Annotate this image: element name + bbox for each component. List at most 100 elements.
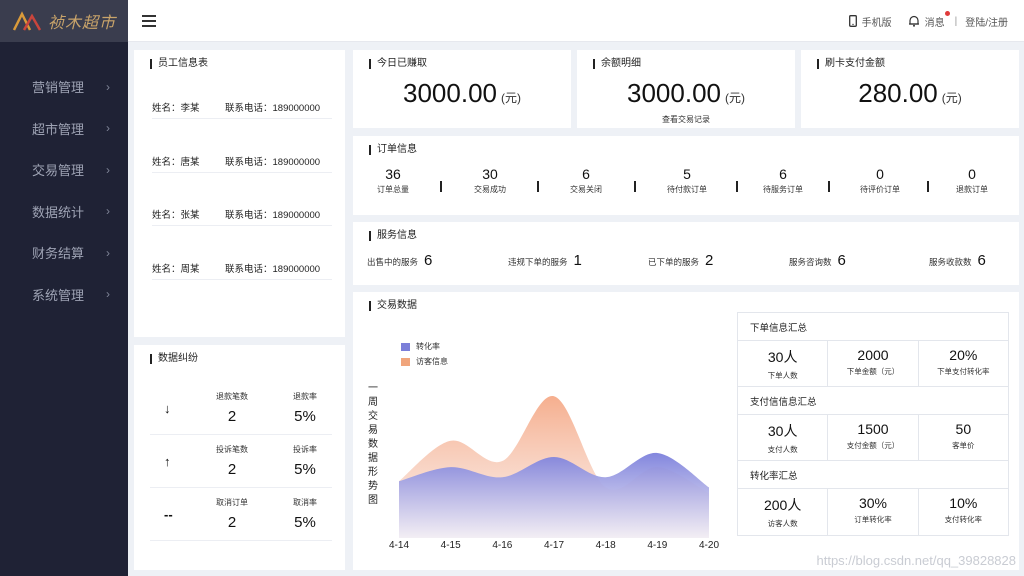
order-divider bbox=[634, 181, 636, 192]
summary-label: 订单转化率 bbox=[854, 515, 892, 524]
login-register-link[interactable]: 登陆/注册 bbox=[965, 14, 1008, 29]
service-stat-label: 出售中的服务 bbox=[367, 257, 419, 267]
watermark: https://blog.csdn.net/qq_39828828 bbox=[816, 553, 1017, 568]
summary-value: 2000 bbox=[857, 347, 889, 363]
dispute-rate-label: 投诉率 bbox=[293, 445, 317, 454]
order-stat-label: 订单总量 bbox=[377, 185, 409, 194]
order-stat-pending-review: 0 待评价订单 bbox=[850, 166, 910, 195]
bell-icon bbox=[908, 15, 919, 27]
summary-cell: 50 客单价 bbox=[919, 415, 1008, 460]
today-earned-unit: (元) bbox=[500, 91, 521, 105]
x-tick-label: 4-15 bbox=[440, 540, 461, 551]
services-panel: 服务信息 出售中的服务 6 违规下单的服务 1 已下单的服务 2 服务咨询数 6 服务收… bbox=[353, 222, 1019, 285]
logo-icon bbox=[12, 11, 42, 31]
summary-value: 30% bbox=[858, 495, 887, 511]
balance-unit: (元) bbox=[724, 91, 745, 105]
legend-label: 转化率 bbox=[416, 342, 440, 351]
order-divider bbox=[828, 181, 830, 192]
card-payment-value: 280.00 bbox=[858, 78, 938, 108]
x-tick-label: 4-19 bbox=[647, 540, 668, 551]
summary-cell: 30% 订单转化率 bbox=[828, 489, 919, 535]
arrow-down-icon: ↓ bbox=[164, 401, 171, 416]
order-stat-label: 交易关闭 bbox=[570, 185, 602, 194]
summary-row: 30人 下单人数 2000 下单金额（元） 20% 下单支付转化率 bbox=[738, 341, 1008, 387]
employee-name: 姓名：周某 bbox=[152, 263, 200, 275]
sidebar-item-marketing[interactable]: 营销管理 › bbox=[0, 66, 128, 108]
order-divider bbox=[440, 181, 442, 192]
dispute-rate-label: 取消率 bbox=[293, 498, 317, 507]
messages-link[interactable]: 消息 bbox=[908, 10, 950, 29]
sidebar-item-statistics[interactable]: 数据统计 › bbox=[0, 191, 128, 233]
order-stat-value: 6 bbox=[582, 166, 590, 182]
sidebar-item-system[interactable]: 系统管理 › bbox=[0, 274, 128, 316]
chevron-right-icon: › bbox=[106, 245, 110, 260]
employee-panel: 员工信息表 姓名：李某 联系电话：189000000 姓名：唐某 联系电话：1890… bbox=[134, 50, 345, 337]
x-tick-label: 4-17 bbox=[543, 540, 564, 551]
chevron-right-icon: › bbox=[106, 79, 110, 94]
dispute-count-label: 退款笔数 bbox=[216, 392, 248, 401]
summary-value: 30人 bbox=[767, 349, 798, 365]
employee-phone: 联系电话：189000000 bbox=[225, 156, 321, 168]
chevron-right-icon: › bbox=[106, 287, 110, 302]
service-stat-label: 违规下单的服务 bbox=[508, 257, 568, 267]
service-stat: 服务咨询数 6 bbox=[789, 252, 846, 269]
order-stat-pending-payment: 5 待付款订单 bbox=[657, 166, 717, 195]
order-stat-total: 36 订单总量 bbox=[363, 166, 423, 195]
service-stat: 违规下单的服务 1 bbox=[508, 252, 582, 269]
summary-value: 1500 bbox=[857, 421, 889, 437]
summary-section-title: 转化率汇总 bbox=[738, 461, 1008, 489]
summary-cell: 30人 下单人数 bbox=[738, 341, 829, 386]
service-stat-value: 6 bbox=[837, 252, 846, 269]
employee-panel-title: 员工信息表 bbox=[150, 59, 208, 69]
legend-item-visitors[interactable]: 访客信息 bbox=[401, 356, 448, 367]
dispute-count-value: 2 bbox=[227, 408, 237, 425]
dispute-row-cancel: -- 取消订单 2 取消率 5% bbox=[150, 489, 332, 541]
sidebar-item-finance[interactable]: 财务结算 › bbox=[0, 232, 128, 274]
summary-value: 20% bbox=[949, 347, 978, 363]
sidebar-menu: 营销管理 › 超市管理 › 交易管理 › 数据统计 › 财务结算 › 系统管理 › bbox=[0, 66, 128, 315]
dispute-rate-value: 5% bbox=[294, 461, 316, 478]
header-actions: 手机版 消息 | 登陆/注册 bbox=[833, 0, 1008, 42]
view-transactions-link[interactable]: 查看交易记录 bbox=[577, 114, 795, 125]
sidebar-item-transactions[interactable]: 交易管理 › bbox=[0, 149, 128, 191]
order-stat-pending-service: 6 待服务订单 bbox=[753, 166, 813, 195]
legend-swatch bbox=[401, 342, 410, 351]
chart-vertical-label: 一周交易数据形势图 bbox=[368, 383, 378, 506]
services-panel-title: 服务信息 bbox=[369, 231, 417, 241]
sidebar-item-label: 数据统计 bbox=[32, 204, 85, 220]
top-header: 手机版 消息 | 登陆/注册 bbox=[128, 0, 1024, 42]
legend-item-conversion[interactable]: 转化率 bbox=[401, 341, 440, 352]
dispute-rate-label: 退款率 bbox=[293, 392, 317, 401]
order-stat-label: 待服务订单 bbox=[763, 185, 803, 194]
dispute-rate-value: 5% bbox=[294, 514, 316, 531]
dispute-count-label: 取消订单 bbox=[216, 498, 248, 507]
sidebar-item-supermarket[interactable]: 超市管理 › bbox=[0, 108, 128, 150]
order-divider bbox=[736, 181, 738, 192]
order-stat-label: 待付款订单 bbox=[667, 185, 707, 194]
x-tick-label: 4-16 bbox=[492, 540, 513, 551]
mobile-version-label: 手机版 bbox=[861, 17, 892, 29]
balance-title: 余额明细 bbox=[593, 59, 641, 69]
summary-label: 下单金额（元） bbox=[846, 367, 900, 376]
employee-row: 姓名：李某 联系电话：189000000 bbox=[152, 95, 332, 119]
order-stat-label: 待评价订单 bbox=[860, 185, 900, 194]
logo[interactable]: 祯木超市 bbox=[0, 0, 128, 42]
today-earned-value: 3000.00 bbox=[403, 78, 497, 108]
menu-toggle-icon[interactable] bbox=[142, 15, 156, 27]
order-stat-value: 30 bbox=[482, 166, 498, 182]
service-stat-value: 6 bbox=[977, 252, 986, 269]
logo-text: 祯木超市 bbox=[48, 13, 117, 32]
summary-row: 200人 访客人数 30% 订单转化率 10% 支付转化率 bbox=[738, 489, 1008, 535]
service-stat-value: 1 bbox=[573, 252, 582, 269]
chevron-right-icon: › bbox=[106, 162, 110, 177]
summary-cell: 200人 访客人数 bbox=[738, 489, 829, 535]
order-stat-label: 退款订单 bbox=[956, 185, 988, 194]
mobile-version-link[interactable]: 手机版 bbox=[848, 14, 892, 29]
sidebar: 祯木超市 营销管理 › 超市管理 › 交易管理 › 数据统计 › 财务结算 › 系统管理 › bbox=[0, 0, 128, 576]
order-stat-closed: 6 交易关闭 bbox=[556, 166, 616, 195]
sidebar-item-label: 交易管理 bbox=[32, 163, 85, 179]
chevron-right-icon: › bbox=[106, 204, 110, 219]
summary-label: 下单支付转化率 bbox=[937, 367, 990, 376]
dispute-count-value: 2 bbox=[227, 461, 237, 478]
service-stat-label: 服务收款数 bbox=[929, 257, 972, 267]
